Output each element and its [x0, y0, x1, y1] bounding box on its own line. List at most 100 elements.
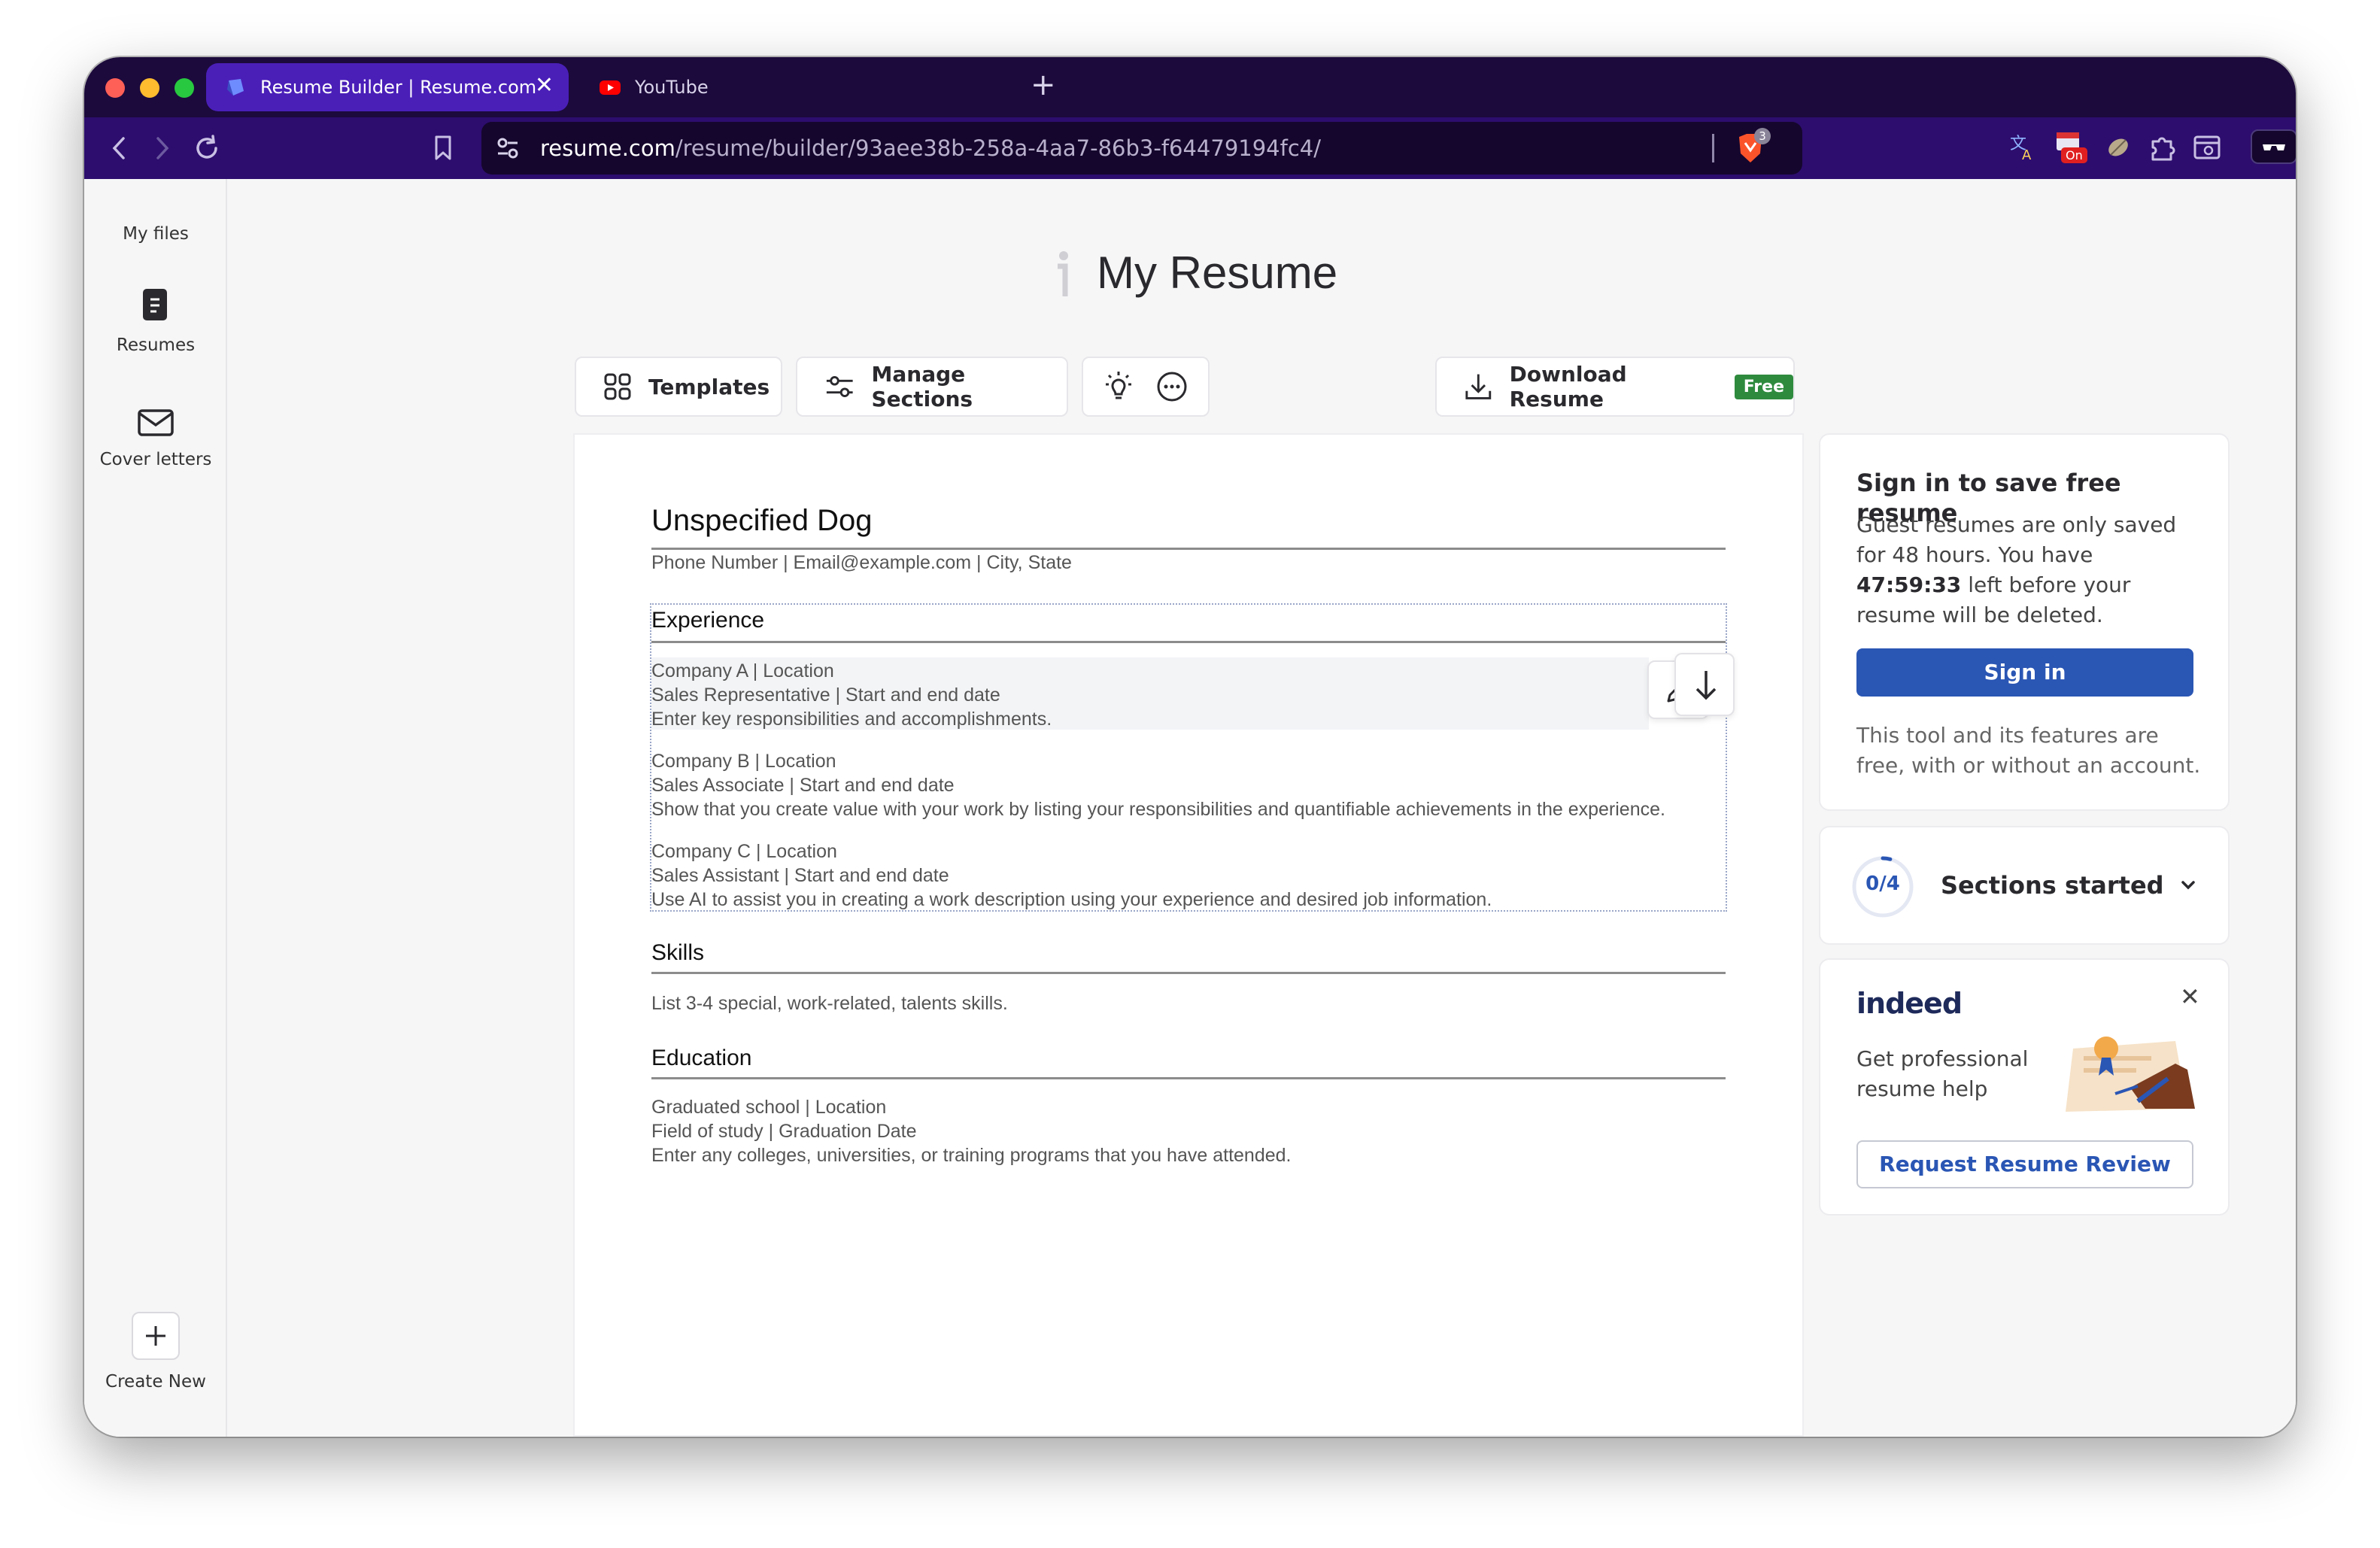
more-options-icon[interactable] [1155, 370, 1188, 403]
signin-body-prefix: Guest resumes are only saved for 48 hour… [1856, 512, 2177, 567]
sliders-icon [826, 376, 853, 397]
experience-desc[interactable]: Show that you create value with your wor… [651, 799, 1665, 821]
page-title: My Resume [1097, 247, 1338, 298]
skills-heading[interactable]: Skills [651, 940, 704, 966]
sidebar-item-resumes[interactable]: Resumes [84, 284, 227, 367]
chevron-down-icon[interactable] [2178, 876, 2198, 895]
divider [651, 1077, 1726, 1079]
close-tab-icon[interactable]: ✕ [535, 72, 554, 99]
private-window-icon[interactable] [2251, 129, 2296, 164]
new-tab-icon[interactable]: + [1031, 68, 1056, 102]
mail-icon [138, 409, 174, 436]
brave-shields-icon[interactable]: 3 [1735, 128, 1771, 165]
education-heading[interactable]: Education [651, 1046, 751, 1071]
left-sidebar: My files Resumes Cover letters Create Ne… [84, 179, 227, 1437]
sidebar-item-label: Cover letters [99, 450, 212, 469]
main-content: My Resume Templates Manage Sections Down… [227, 179, 2296, 1437]
create-new-button[interactable]: Create New [84, 1307, 227, 1398]
grid-icon [604, 373, 631, 400]
tips-and-more-group [1082, 357, 1210, 417]
countdown-timer: 47:59:33 [1856, 572, 1962, 597]
close-window-button[interactable] [105, 78, 125, 98]
sections-progress-panel[interactable]: 0/4 Sections started [1819, 826, 2230, 945]
experience-role[interactable]: Sales Representative | Start and end dat… [651, 684, 1000, 706]
sections-started-label: Sections started [1941, 871, 2164, 900]
templates-button[interactable]: Templates [575, 357, 782, 417]
experience-company[interactable]: Company C | Location [651, 841, 837, 863]
svg-text:A: A [2022, 147, 2032, 162]
tab-resume-builder[interactable]: Resume Builder | Resume.com ✕ [206, 63, 569, 111]
calendar-extension-icon[interactable]: On [2054, 129, 2087, 167]
arrow-down-icon [1695, 671, 1717, 700]
tab-title: YouTube [635, 77, 709, 98]
move-section-down-button[interactable] [1674, 653, 1735, 716]
reload-icon[interactable] [187, 128, 227, 168]
experience-desc[interactable]: Enter key responsibilities and accomplis… [651, 709, 1052, 730]
create-new-label: Create New [105, 1372, 206, 1392]
experience-company[interactable]: Company A | Location [651, 660, 834, 682]
divider [651, 641, 1726, 643]
tab-bar: Resume Builder | Resume.com ✕ YouTube + [84, 57, 2296, 117]
download-icon [1465, 374, 1492, 399]
maximize-window-button[interactable] [175, 78, 194, 98]
info-icon [1058, 251, 1068, 296]
sections-counter: 0/4 [1865, 873, 1900, 895]
back-icon[interactable] [99, 128, 140, 168]
experience-company[interactable]: Company B | Location [651, 751, 836, 772]
download-resume-button[interactable]: Download Resume Free [1435, 357, 1795, 417]
experience-desc[interactable]: Use AI to assist you in creating a work … [651, 889, 1492, 911]
minimize-window-button[interactable] [140, 78, 159, 98]
bookmark-icon[interactable] [423, 128, 463, 168]
site-settings-icon[interactable] [495, 135, 521, 161]
signin-body: Guest resumes are only saved for 48 hour… [1856, 510, 2202, 630]
tab-title: Resume Builder | Resume.com [260, 77, 537, 98]
request-resume-review-button[interactable]: Request Resume Review [1856, 1140, 2193, 1188]
reader-mode-icon[interactable] [2190, 131, 2224, 164]
sidebar-item-cover-letters[interactable]: Cover letters [84, 405, 227, 487]
lightbulb-icon[interactable] [1101, 369, 1136, 404]
resume-document[interactable]: Unspecified Dog Phone Number | Email@exa… [573, 433, 1804, 1437]
resume-name[interactable]: Unspecified Dog [651, 504, 873, 538]
experience-role[interactable]: Sales Assistant | Start and end date [651, 865, 949, 887]
extensions-puzzle-icon[interactable] [2147, 131, 2178, 164]
education-field[interactable]: Field of study | Graduation Date [651, 1121, 917, 1143]
sidebar-item-label: Resumes [116, 335, 196, 355]
free-badge: Free [1734, 374, 1793, 399]
manage-sections-label: Manage Sections [871, 362, 973, 411]
leaf-extension-icon[interactable] [2103, 132, 2133, 162]
education-desc[interactable]: Enter any colleges, universities, or tra… [651, 1145, 1291, 1167]
close-promo-icon[interactable]: ✕ [2180, 982, 2200, 1011]
divider [651, 548, 1726, 550]
resume-review-illustration-icon [2066, 1037, 2195, 1112]
my-files-label: My files [123, 224, 189, 244]
translate-extension-icon[interactable]: 文A [2008, 132, 2037, 163]
navigation-bar: resume.com/resume/builder/93aee38b-258a-… [84, 117, 2296, 179]
skills-text[interactable]: List 3-4 special, work-related, talents … [651, 993, 1008, 1015]
resume-com-favicon-icon [227, 79, 244, 96]
templates-label: Templates [648, 374, 770, 399]
resume-contact[interactable]: Phone Number | Email@example.com | City,… [651, 552, 1072, 574]
document-icon [143, 289, 167, 320]
address-bar[interactable]: resume.com/resume/builder/93aee38b-258a-… [481, 122, 1802, 175]
education-school[interactable]: Graduated school | Location [651, 1097, 886, 1119]
forward-icon[interactable] [141, 128, 182, 168]
extension-on-badge: On [2061, 147, 2087, 163]
signin-panel: Sign in to save free resume Guest resume… [1819, 433, 2230, 811]
tab-youtube[interactable]: YouTube [581, 63, 972, 111]
indeed-text: Get professional resume help [1856, 1046, 2029, 1101]
indeed-panel: indeed ✕ Get professional resume help Re… [1819, 958, 2230, 1216]
experience-role[interactable]: Sales Associate | Start and end date [651, 775, 955, 797]
signin-button[interactable]: Sign in [1856, 648, 2193, 697]
download-label: Download Resume [1509, 362, 1627, 411]
youtube-favicon-icon [600, 80, 621, 95]
browser-window: Resume Builder | Resume.com ✕ YouTube + [84, 57, 2296, 1437]
url-domain: resume.com [540, 135, 675, 161]
experience-heading[interactable]: Experience [651, 608, 764, 633]
manage-sections-button[interactable]: Manage Sections [796, 357, 1068, 417]
signin-note: This tool and its features are free, wit… [1856, 723, 2201, 778]
indeed-logo: indeed [1856, 987, 1963, 1020]
url-divider [1712, 134, 1714, 162]
url-path: /resume/builder/93aee38b-258a-4aa7-86b3-… [675, 135, 1322, 161]
plus-icon [132, 1312, 180, 1360]
divider [651, 972, 1726, 974]
